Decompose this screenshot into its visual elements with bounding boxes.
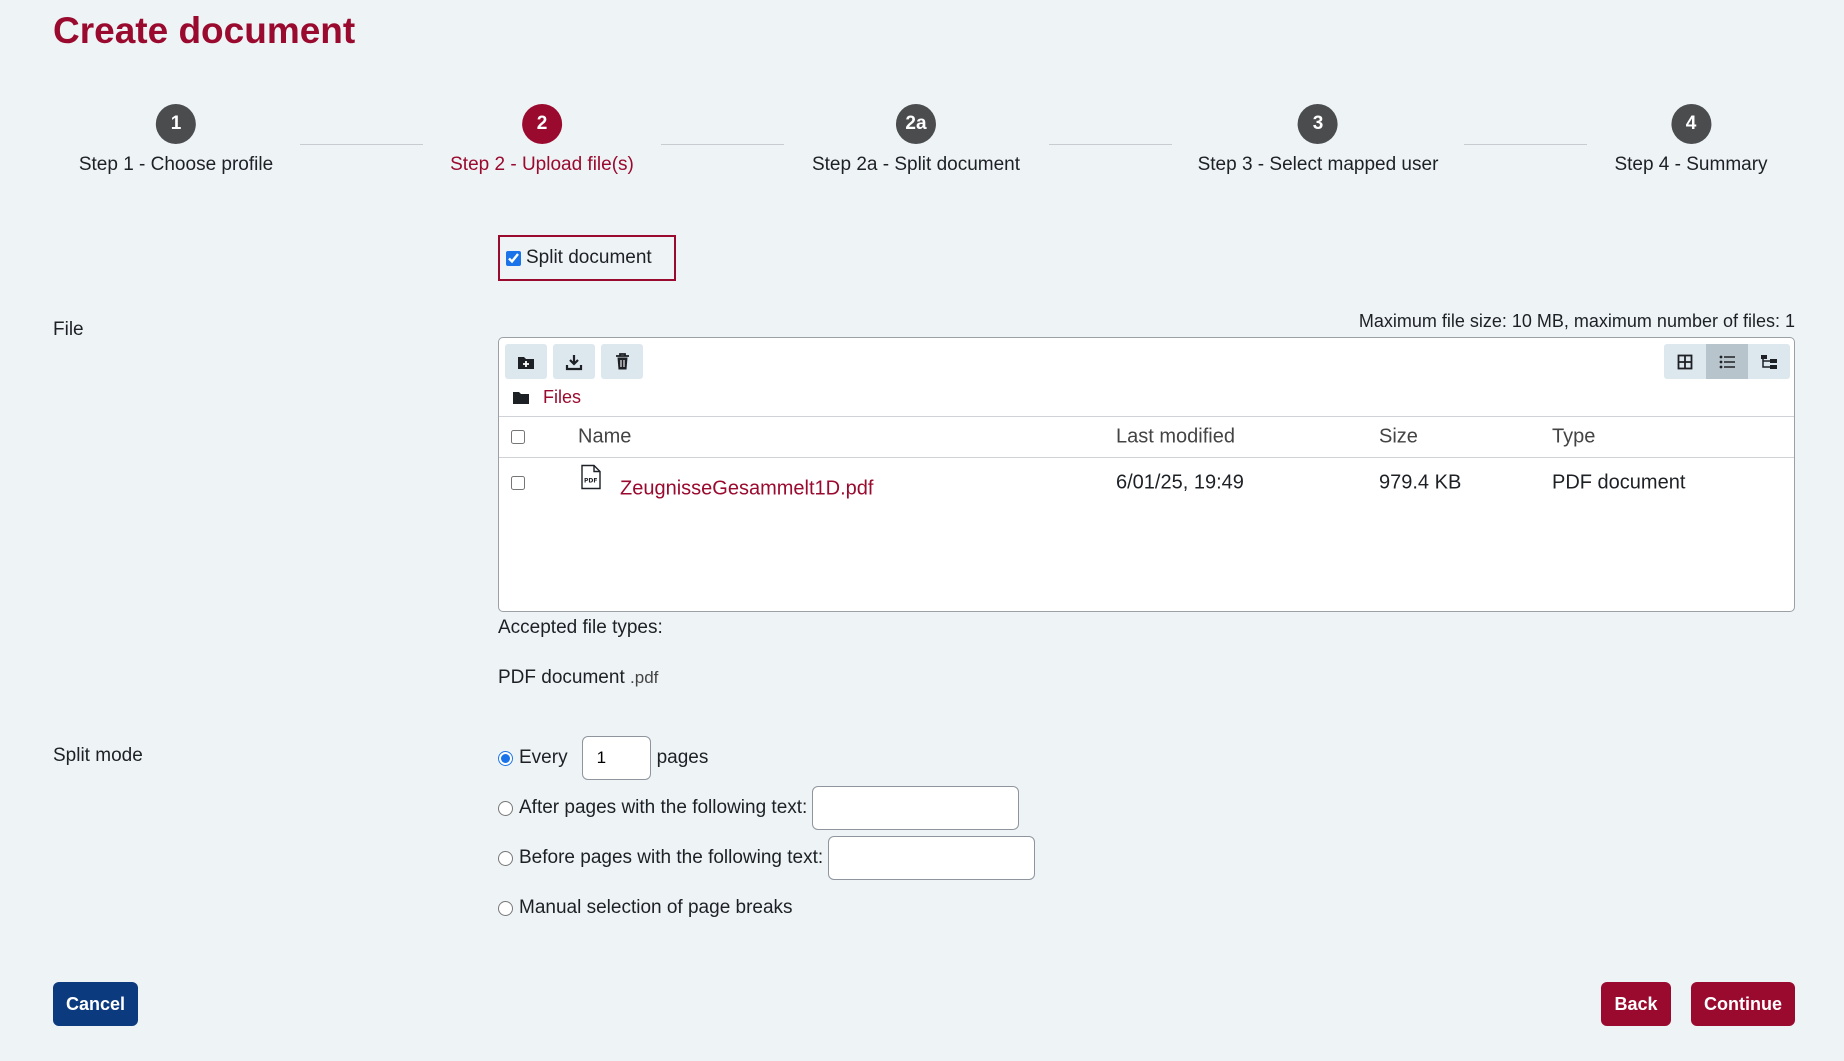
step-number: 2a [895,104,936,144]
file-type: PDF document [1552,471,1686,494]
row-checkbox[interactable] [511,476,525,490]
split-before-option[interactable]: Before pages with the following text: [498,836,1036,880]
split-every-label: Every [519,747,568,768]
download-button[interactable] [553,344,595,379]
file-toolbar [505,344,643,379]
tree-view-button[interactable] [1748,344,1790,379]
split-manual-radio[interactable] [498,900,513,916]
back-button[interactable]: Back [1601,982,1671,1026]
file-name-link[interactable]: ZeugnisseGesammelt1D.pdf [620,478,873,501]
file-table: Name Last modified Size Type PDF Zeugnis… [499,416,1794,508]
grid-view-button[interactable] [1664,344,1706,379]
table-row[interactable]: PDF ZeugnisseGesammelt1D.pdf 6/01/25, 19… [499,458,1794,508]
list-view-icon [1719,355,1735,368]
table-header: Name Last modified Size Type [499,416,1794,458]
path-files-link[interactable]: Files [543,387,581,408]
column-size[interactable]: Size [1379,426,1418,449]
pdf-file-icon: PDF [581,464,601,496]
split-manual-option[interactable]: Manual selection of page breaks [498,896,793,920]
split-document-option[interactable]: Split document [498,235,676,281]
pages-count-input[interactable] [581,736,651,780]
file-path: Files [513,387,581,408]
add-file-button[interactable] [505,344,547,379]
accepted-type: PDF document .pdf [498,667,658,689]
split-after-radio[interactable] [498,800,513,816]
step-label: Step 2a - Split document [811,154,1021,175]
split-before-text-input[interactable] [828,836,1036,880]
folder-plus-icon [518,356,534,369]
step-number: 3 [1298,104,1338,144]
split-after-label: After pages with the following text: [519,797,808,818]
step-label: Step 1 - Choose profile [78,154,274,175]
stepper: 1 Step 1 - Choose profile 2 Step 2 - Upl… [0,104,1844,194]
step-label: Step 2 - Upload file(s) [450,154,634,175]
split-before-radio[interactable] [498,850,513,866]
step-connector [300,144,423,145]
split-before-label: Before pages with the following text: [519,847,824,868]
step-label: Step 3 - Select mapped user [1197,154,1439,175]
split-every-option[interactable]: Every pages [498,736,708,780]
page-title: Create document [53,10,356,51]
view-switcher [1664,344,1790,379]
step-1[interactable]: 1 Step 1 - Choose profile [79,104,273,176]
split-every-suffix: pages [656,747,709,768]
file-modified: 6/01/25, 19:49 [1116,471,1244,494]
split-document-checkbox[interactable] [506,250,521,266]
column-name[interactable]: Name [578,426,631,449]
step-connector [1464,144,1587,145]
column-last-modified[interactable]: Last modified [1116,426,1235,449]
split-every-radio[interactable] [498,750,513,766]
column-type[interactable]: Type [1552,426,1595,449]
split-manual-label: Manual selection of page breaks [519,897,793,918]
step-connector [1049,144,1172,145]
accepted-type-extension: .pdf [630,668,659,687]
step-number: 2 [522,104,562,144]
file-limits: Maximum file size: 10 MB, maximum number… [1358,311,1795,331]
grid-view-icon [1677,354,1693,369]
split-after-text-input[interactable] [812,786,1020,830]
tree-view-icon [1761,354,1777,369]
step-2a[interactable]: 2a Step 2a - Split document [812,104,1020,176]
step-number: 4 [1670,104,1711,144]
folder-icon [513,392,529,404]
download-icon [565,354,583,370]
file-manager: Files Name Last modified Size Type PDF Z… [498,337,1795,612]
trash-icon [615,353,629,370]
step-number: 1 [156,104,196,144]
split-mode-label: Split mode [53,745,143,766]
continue-button[interactable]: Continue [1691,982,1795,1026]
step-2[interactable]: 2 Step 2 - Upload file(s) [450,104,634,176]
svg-text:PDF: PDF [584,478,597,485]
step-label: Step 4 - Summary [1614,154,1768,175]
accepted-types-label: Accepted file types: [498,617,663,638]
select-all-checkbox[interactable] [511,430,525,444]
step-connector [661,144,784,145]
step-3[interactable]: 3 Step 3 - Select mapped user [1197,104,1439,176]
accepted-type-name: PDF document [498,667,625,688]
delete-button[interactable] [601,344,643,379]
step-4[interactable]: 4 Step 4 - Summary [1614,104,1768,176]
split-after-option[interactable]: After pages with the following text: [498,786,1020,830]
cancel-button[interactable]: Cancel [53,982,138,1026]
file-label: File [53,319,84,340]
split-document-label: Split document [526,247,652,268]
list-view-button[interactable] [1706,344,1748,379]
file-size: 979.4 KB [1379,471,1462,494]
